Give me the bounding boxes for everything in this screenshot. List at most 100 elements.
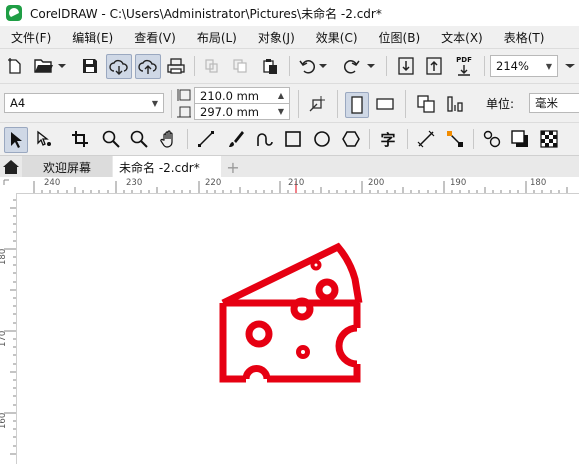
shape-tool-icon[interactable] [33,128,55,150]
zoom-out-tool-icon[interactable] [128,128,150,150]
page-height-spinner-icon[interactable]: ▼ [273,107,289,116]
tab-welcome[interactable]: 欢迎屏幕 [22,156,112,178]
cheese-hole-tiny [296,345,310,359]
cloud-download-icon[interactable] [106,54,132,79]
zoom-level-extra-icon[interactable] [562,56,578,76]
drawing-canvas[interactable] [17,194,579,464]
menu-bitmaps[interactable]: 位图(B) [369,29,432,46]
menu-file[interactable]: 文件(F) [0,29,62,46]
landscape-icon[interactable] [374,92,396,116]
zoom-level-value: 214% [496,59,529,73]
menu-effects[interactable]: 效果(C) [306,29,369,46]
blend-tool-icon[interactable] [481,128,503,150]
cheese-hole-large [245,320,273,348]
open-dropdown-chevron-icon[interactable] [57,60,67,72]
page-width-value: 210.0 mm [200,88,259,103]
portrait-icon[interactable] [345,92,369,118]
open-folder-icon[interactable] [33,56,55,76]
drop-shadow-icon[interactable] [509,128,531,150]
page-height-value: 297.0 mm [200,104,259,119]
connector-tool-icon[interactable] [444,128,466,150]
bezier-tool-icon[interactable] [254,128,276,150]
horizontal-ruler[interactable]: 240 230 220 210 200 190 180 [0,177,579,194]
document-tab-bar: 欢迎屏幕 未命名 -2.cdr* + [0,155,579,178]
redo-dropdown-chevron-icon[interactable] [366,60,376,72]
hruler-label-190: 190 [450,178,467,188]
vruler-label-170: 170 [0,330,8,347]
hruler-label-200: 200 [368,178,385,188]
vruler-label-180: 180 [0,248,8,265]
hruler-label-240: 240 [44,178,61,188]
units-combo[interactable]: 毫米 [529,93,579,113]
cloud-upload-icon[interactable] [135,54,161,79]
undo-dropdown-chevron-icon[interactable] [318,60,328,72]
menu-table[interactable]: 表格(T) [494,29,556,46]
rectangle-tool-icon[interactable] [282,128,304,150]
menu-edit[interactable]: 编辑(E) [62,29,124,46]
save-icon[interactable] [80,56,100,76]
menu-bar: 文件(F) 编辑(E) 查看(V) 布局(L) 对象(J) 效果(C) 位图(B… [0,26,579,48]
property-bar: A4 ▼ 210.0 mm ▲ 297.0 mm ▼ 单位: 毫米 [0,83,579,122]
artistic-media-icon[interactable] [225,128,247,150]
page-size-combo[interactable]: A4 ▼ [4,93,164,113]
page-height-icon [176,104,192,120]
add-tab-button[interactable]: + [224,156,242,178]
copy-icon[interactable] [230,56,250,76]
cheese-hole-small [310,259,322,271]
new-document-icon[interactable] [5,56,25,76]
menu-layout[interactable]: 布局(L) [187,29,248,46]
redo-icon[interactable] [342,56,362,76]
all-pages-icon[interactable] [414,92,438,116]
pan-tool-icon[interactable] [158,128,180,150]
zoom-tool-icon[interactable] [100,128,122,150]
tab-welcome-label: 欢迎屏幕 [42,160,91,175]
pdf-label: PDF [456,56,472,64]
tab-document[interactable]: 未命名 -2.cdr* [113,156,221,178]
freehand-tool-icon[interactable] [195,128,217,150]
menu-view[interactable]: 查看(V) [124,29,187,46]
paste-icon[interactable] [260,56,280,76]
undo-icon[interactable] [297,56,317,76]
units-value: 毫米 [535,96,558,110]
print-icon[interactable] [165,56,187,76]
home-icon[interactable] [2,158,20,176]
transparency-icon[interactable] [538,128,560,150]
window-title: CorelDRAW - C:\Users\Administrator\Pictu… [30,6,382,21]
cheese-bottom-notch [242,365,271,380]
hruler-label-180: 180 [530,178,547,188]
cheese-artwork[interactable] [17,194,579,464]
publish-pdf-icon[interactable]: PDF [452,54,476,78]
page-size-dropdown-icon[interactable]: ▼ [147,99,163,108]
pick-tool-icon[interactable] [4,127,28,153]
zoom-dropdown-icon[interactable]: ▼ [541,62,557,71]
export-icon[interactable] [424,56,444,76]
menu-text[interactable]: 文本(X) [431,29,494,46]
title-bar: CorelDRAW - C:\Users\Administrator\Pictu… [0,0,579,26]
hruler-label-220: 220 [205,178,222,188]
tab-document-label: 未命名 -2.cdr* [119,160,200,175]
menu-object[interactable]: 对象(J) [248,29,306,46]
coreldraw-logo-icon [6,5,22,21]
zoom-level-combo[interactable]: 214% ▼ [490,55,558,77]
polygon-tool-icon[interactable] [340,128,362,150]
cheese-top-outline [221,242,363,307]
page-dimension-icon[interactable] [306,93,328,115]
crop-tool-icon[interactable] [68,128,92,150]
units-label: 单位: [486,97,515,111]
cut-icon[interactable] [202,56,222,76]
page-height-field[interactable]: 297.0 mm ▼ [194,103,290,120]
cheese-side-notch [335,324,358,368]
import-icon[interactable] [396,56,416,76]
parallel-dimension-icon[interactable] [415,128,437,150]
hruler-label-230: 230 [126,178,143,188]
toolbox: 字 [0,122,579,155]
hruler-label-210: 210 [288,178,305,188]
page-width-spinner-icon[interactable]: ▲ [273,91,289,100]
vertical-ruler[interactable]: 180 170 160 [0,193,17,464]
text-tool-icon[interactable]: 字 [377,128,399,150]
ellipse-tool-icon[interactable] [311,128,333,150]
page-size-value: A4 [10,96,26,110]
current-page-icon[interactable] [444,92,468,116]
page-width-field[interactable]: 210.0 mm ▲ [194,87,290,104]
page-width-icon [176,87,192,103]
